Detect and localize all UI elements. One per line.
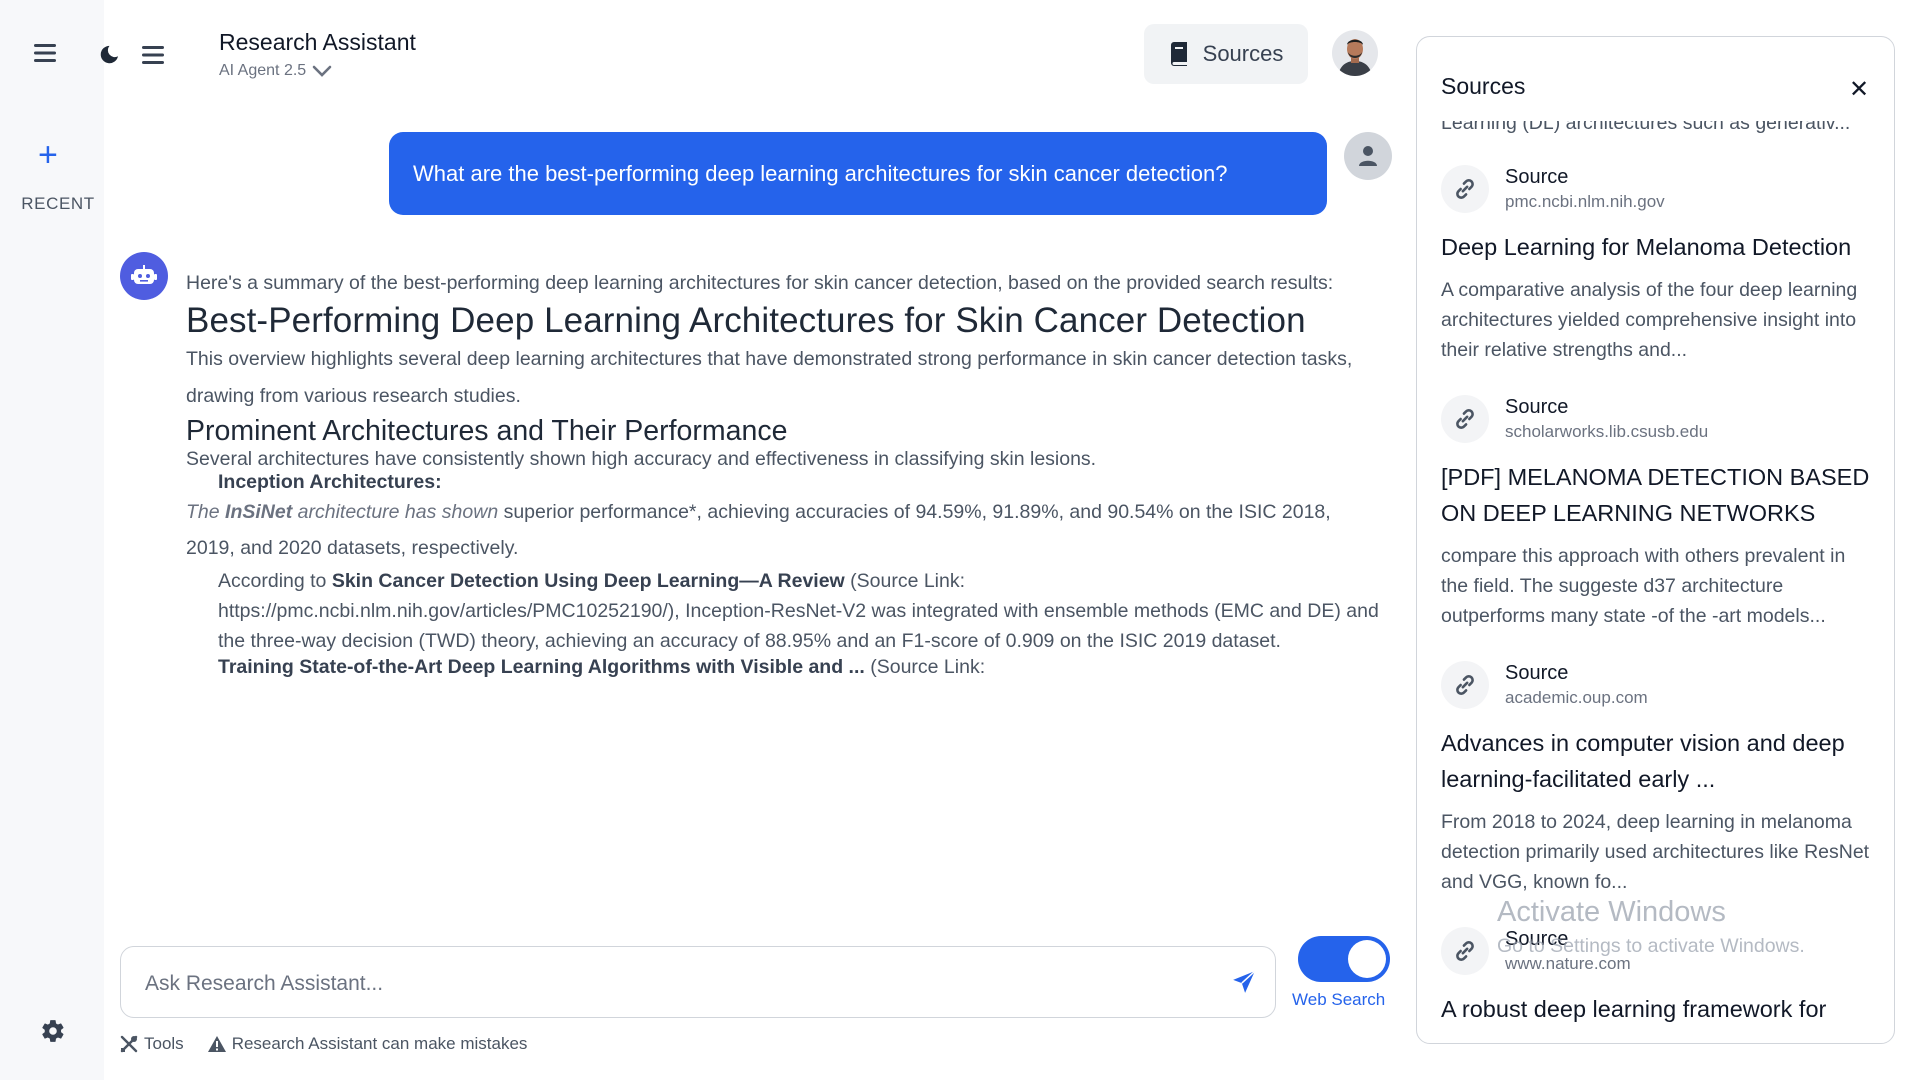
topbar-icons bbox=[98, 44, 164, 71]
web-search-toggle[interactable] bbox=[1298, 936, 1390, 982]
sources-panel: Sources ✕ Learning (DL) architectures su… bbox=[1416, 36, 1895, 1044]
link-icon bbox=[1441, 927, 1489, 975]
bot-avatar bbox=[120, 252, 168, 300]
assistant-answer: Here's a summary of the best-performing … bbox=[186, 266, 1384, 916]
theme-toggle-moon-icon[interactable] bbox=[98, 44, 120, 71]
activate-windows-watermark: Activate Windows Go to Settings to activ… bbox=[1497, 896, 1805, 958]
app-title: Research Assistant bbox=[219, 29, 416, 55]
source-item[interactable]: Source academic.oup.com Advances in comp… bbox=[1441, 661, 1877, 897]
user-message-text: What are the best-performing deep learni… bbox=[413, 160, 1228, 186]
source-header: Source pmc.ncbi.nlm.nih.gov bbox=[1441, 165, 1877, 213]
model-selector[interactable]: AI Agent 2.5 bbox=[219, 62, 416, 80]
insinet-mid: architecture has shown bbox=[292, 501, 499, 523]
source-domain: scholarworks.lib.csusb.edu bbox=[1505, 422, 1709, 441]
sidebar-toggle-icon[interactable] bbox=[142, 46, 164, 69]
source-label: Source bbox=[1505, 396, 1569, 418]
source-item[interactable]: Source pmc.ncbi.nlm.nih.gov Deep Learnin… bbox=[1441, 165, 1877, 365]
warning-icon bbox=[207, 1036, 226, 1052]
user-avatar bbox=[1344, 132, 1392, 180]
ref2-rest: (Source Link: bbox=[864, 656, 986, 678]
footer: Tools Research Assistant can make mistak… bbox=[120, 1034, 527, 1054]
robot-icon bbox=[131, 265, 157, 284]
sources-panel-title: Sources bbox=[1441, 73, 1526, 99]
web-search-label: Web Search bbox=[1292, 990, 1386, 1009]
toggle-knob bbox=[1348, 940, 1386, 978]
settings-gear-icon[interactable] bbox=[40, 1018, 66, 1049]
watermark-line-1: Activate Windows bbox=[1497, 896, 1726, 928]
source-header: Source academic.oup.com bbox=[1441, 661, 1877, 709]
source-title[interactable]: Deep Learning for Melanoma Detection bbox=[1441, 229, 1877, 265]
ref2-title: Training State-of-the-Art Deep Learning … bbox=[218, 656, 865, 678]
source-snippet: From 2018 to 2024, deep learning in mela… bbox=[1441, 811, 1870, 893]
tools-label: Tools bbox=[144, 1034, 184, 1053]
source-item[interactable]: Source scholarworks.lib.csusb.edu [PDF] … bbox=[1441, 395, 1877, 631]
reference-paragraph: According to Skin Cancer Detection Using… bbox=[186, 566, 1384, 656]
ref1-title: Skin Cancer Detection Using Deep Learnin… bbox=[331, 570, 845, 592]
section-label: Inception Architectures: bbox=[218, 471, 442, 493]
menu-icon[interactable] bbox=[34, 44, 56, 67]
sources-button-label: Sources bbox=[1202, 41, 1284, 66]
source-snippet: compare this approach with others preval… bbox=[1441, 545, 1846, 627]
watermark-line-2: Go to Settings to activate Windows. bbox=[1497, 935, 1805, 957]
recent-label: RECENT bbox=[21, 194, 95, 213]
tools-button[interactable]: Tools bbox=[120, 1034, 184, 1054]
send-button[interactable] bbox=[1231, 969, 1257, 1000]
source-title[interactable]: A robust deep learning framework for bbox=[1441, 991, 1877, 1027]
insinet-name: InSiNet bbox=[225, 501, 293, 523]
answer-intro: Here's a summary of the best-performing … bbox=[186, 272, 1334, 294]
profile-avatar[interactable] bbox=[1332, 30, 1378, 76]
new-chat-button[interactable]: + bbox=[38, 138, 58, 172]
user-message-bubble: What are the best-performing deep learni… bbox=[389, 132, 1327, 215]
composer bbox=[120, 946, 1276, 1018]
link-icon bbox=[1441, 661, 1489, 709]
source-domain: academic.oup.com bbox=[1505, 688, 1648, 707]
left-rail: + RECENT bbox=[0, 0, 104, 1080]
source-header: Source scholarworks.lib.csusb.edu bbox=[1441, 395, 1877, 443]
source-title[interactable]: Advances in computer vision and deep lea… bbox=[1441, 725, 1877, 797]
answer-paragraph: Several architectures have consistently … bbox=[186, 448, 1097, 470]
source-domain: pmc.ncbi.nlm.nih.gov bbox=[1505, 192, 1665, 211]
sources-button[interactable]: Sources bbox=[1144, 24, 1308, 84]
link-icon bbox=[1441, 165, 1489, 213]
source-snippet: A comparative analysis of the four deep … bbox=[1441, 279, 1858, 361]
source-label: Source bbox=[1505, 662, 1569, 684]
close-icon[interactable]: ✕ bbox=[1849, 75, 1869, 104]
reference-paragraph-2: Training State-of-the-Art Deep Learning … bbox=[186, 656, 1384, 679]
user-icon bbox=[1359, 146, 1377, 166]
insinet-paragraph: The InSiNet architecture has shown super… bbox=[186, 494, 1384, 566]
header-title-group: Research Assistant AI Agent 2.5 bbox=[219, 29, 416, 80]
answer-lead: This overview highlights several deep le… bbox=[186, 348, 1353, 407]
send-icon bbox=[1233, 970, 1256, 993]
chevron-down-icon bbox=[312, 65, 332, 77]
insinet-pre: The bbox=[186, 501, 226, 523]
tools-icon bbox=[120, 1035, 138, 1053]
ref1-pre: According to bbox=[218, 570, 332, 592]
ask-input[interactable] bbox=[143, 965, 1207, 1003]
book-icon bbox=[1170, 42, 1187, 66]
source-title[interactable]: [PDF] MELANOMA DETECTION BASED ON DEEP L… bbox=[1441, 459, 1877, 531]
source-label: Source bbox=[1505, 166, 1569, 188]
disclaimer-text: Research Assistant can make mistakes bbox=[231, 1034, 528, 1053]
answer-subheading: Prominent Architectures and Their Perfor… bbox=[186, 415, 788, 447]
link-icon bbox=[1441, 395, 1489, 443]
answer-heading: Best-Performing Deep Learning Architectu… bbox=[186, 301, 1306, 340]
source-snippet-partial: Learning (DL) architectures such as gene… bbox=[1441, 121, 1851, 134]
disclaimer: Research Assistant can make mistakes bbox=[207, 1034, 528, 1054]
model-name: AI Agent 2.5 bbox=[219, 62, 307, 79]
